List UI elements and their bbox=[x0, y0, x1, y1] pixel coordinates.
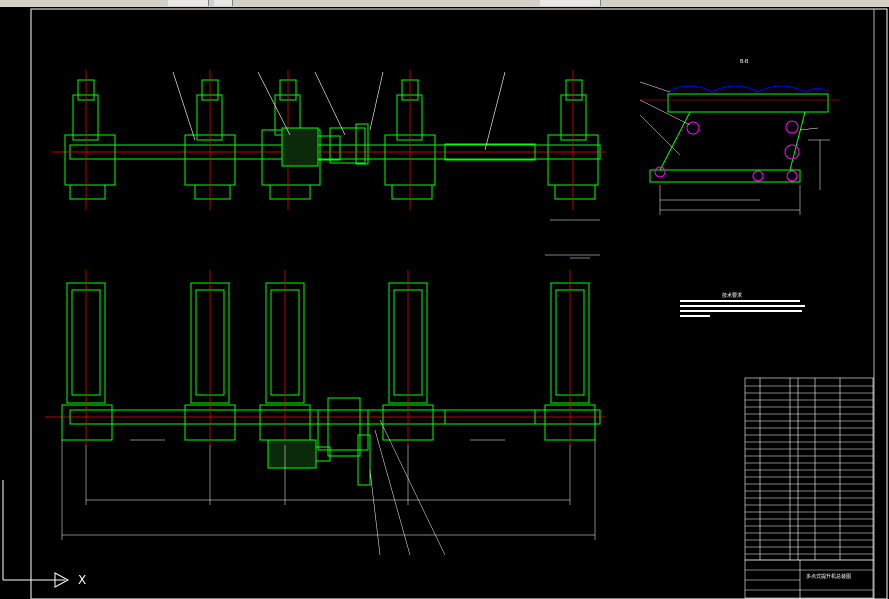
section-label: B-B bbox=[740, 59, 749, 65]
toolbar-dropdown[interactable] bbox=[540, 0, 601, 6]
parts-list-table bbox=[744, 377, 874, 599]
ucs-x-label: X bbox=[78, 573, 86, 587]
lift-unit-5 bbox=[547, 70, 599, 210]
plan-gearbox-motor bbox=[267, 397, 371, 486]
drawing-border bbox=[30, 8, 888, 599]
section-view-bb: B-B bbox=[639, 59, 840, 215]
lift-unit-4 bbox=[384, 70, 436, 210]
title-block-text: 多点式提升机总装图 bbox=[806, 573, 851, 580]
toolbar-button-group[interactable] bbox=[168, 0, 209, 6]
toolbar-button[interactable] bbox=[214, 0, 233, 6]
notes-title: 技术要求 bbox=[722, 292, 742, 299]
technical-notes: 技术要求 bbox=[680, 292, 805, 317]
plan-unit-2 bbox=[184, 270, 236, 445]
lift-unit-1 bbox=[64, 70, 116, 210]
top-elevation-view bbox=[52, 70, 605, 210]
plan-unit-5 bbox=[544, 270, 596, 445]
lift-unit-2 bbox=[184, 70, 236, 210]
leader-lines-top bbox=[172, 71, 600, 221]
plan-dimensions bbox=[61, 254, 600, 556]
plan-unit-3 bbox=[259, 270, 311, 445]
plan-unit-4 bbox=[382, 270, 434, 445]
ucs-axis-icon bbox=[2, 480, 70, 588]
cad-drawing-canvas[interactable]: B-B 技术要求 多点式提升机总装图 X bbox=[0, 7, 889, 599]
plan-view bbox=[45, 270, 605, 486]
window-toolbar-strip bbox=[0, 0, 889, 7]
